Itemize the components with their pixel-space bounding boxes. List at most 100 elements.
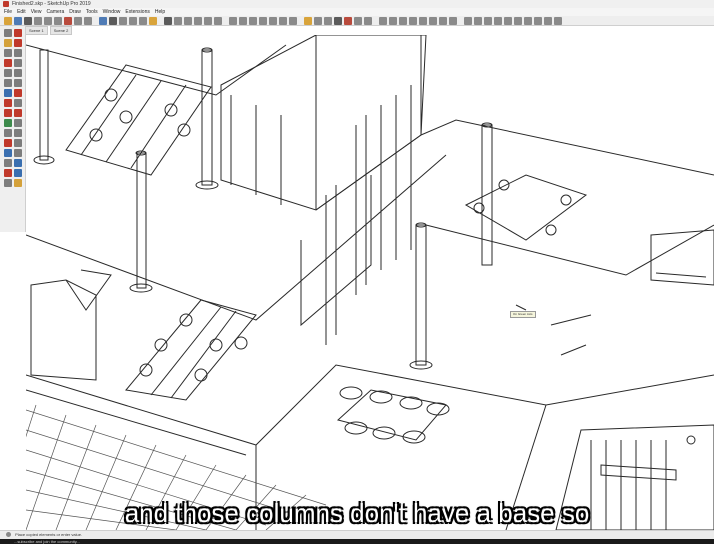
- new-file-icon[interactable]: [4, 16, 12, 25]
- extension-warehouse-icon[interactable]: [344, 16, 352, 25]
- menu-help[interactable]: Help: [155, 8, 165, 16]
- iso-view-icon[interactable]: [164, 16, 172, 25]
- menu-tools[interactable]: Tools: [86, 8, 98, 16]
- monochrome-icon[interactable]: [289, 16, 297, 25]
- protractor-icon[interactable]: [4, 129, 12, 137]
- outer-shell-icon[interactable]: [399, 16, 407, 25]
- polygon-icon[interactable]: [14, 69, 22, 77]
- shaded-textures-icon[interactable]: [279, 16, 287, 25]
- look-around-icon[interactable]: [4, 179, 12, 187]
- select-icon[interactable]: [4, 29, 12, 37]
- intersect-icon[interactable]: [409, 16, 417, 25]
- zoom-icon[interactable]: [119, 16, 127, 25]
- follow-me-icon[interactable]: [14, 99, 22, 107]
- push-pull-icon[interactable]: [14, 89, 22, 97]
- zoom-window-icon[interactable]: [129, 16, 137, 25]
- split-icon[interactable]: [449, 16, 457, 25]
- title-bar: Finished2.skp - SketchUp Pro 2019: [0, 0, 714, 8]
- redo-icon[interactable]: [84, 16, 92, 25]
- section-cuts-icon[interactable]: [324, 16, 332, 25]
- subtract-icon[interactable]: [429, 16, 437, 25]
- menu-camera[interactable]: Camera: [46, 8, 64, 16]
- trim-icon[interactable]: [439, 16, 447, 25]
- scene-tabs: Scene 1 Scene 2: [25, 26, 73, 35]
- 3d-text-icon[interactable]: [14, 139, 22, 147]
- menu-draw[interactable]: Draw: [69, 8, 81, 16]
- sandbox-icon[interactable]: [379, 16, 387, 25]
- zoom-extents-icon[interactable]: [139, 16, 147, 25]
- display-section-icon[interactable]: [314, 16, 322, 25]
- scale-icon[interactable]: [4, 109, 12, 117]
- menu-extensions[interactable]: Extensions: [125, 8, 149, 16]
- copy-icon[interactable]: [44, 16, 52, 25]
- text-icon[interactable]: [14, 129, 22, 137]
- previous-view-icon[interactable]: [149, 16, 157, 25]
- front-view-icon[interactable]: [184, 16, 192, 25]
- top-view-icon[interactable]: [174, 16, 182, 25]
- make-component-icon[interactable]: [14, 29, 22, 37]
- rotated-rectangle-icon[interactable]: [14, 59, 22, 67]
- tape-measure-icon[interactable]: [4, 119, 12, 127]
- zoom-extents-tool-icon[interactable]: [14, 159, 22, 167]
- position-camera-icon[interactable]: [4, 169, 12, 177]
- ext-tool-5-icon[interactable]: [504, 16, 512, 25]
- warehouse-icon[interactable]: [334, 16, 342, 25]
- line-icon[interactable]: [4, 49, 12, 57]
- zoom-tool-icon[interactable]: [4, 159, 12, 167]
- ext-tool-8-icon[interactable]: [534, 16, 542, 25]
- walk-icon[interactable]: [14, 169, 22, 177]
- desk-cluster-bottom: [125, 299, 257, 401]
- axes-icon[interactable]: [4, 139, 12, 147]
- orbit-icon[interactable]: [99, 16, 107, 25]
- arc-icon[interactable]: [4, 79, 12, 87]
- scene-tab-2[interactable]: Scene 2: [49, 26, 73, 35]
- ext-tool-1-icon[interactable]: [464, 16, 472, 25]
- shaded-icon[interactable]: [269, 16, 277, 25]
- menu-view[interactable]: View: [31, 8, 42, 16]
- save-icon[interactable]: [24, 16, 32, 25]
- model-viewport[interactable]: On Green Axis: [26, 35, 714, 530]
- offset-icon[interactable]: [14, 109, 22, 117]
- freehand-icon[interactable]: [14, 49, 22, 57]
- union-icon[interactable]: [419, 16, 427, 25]
- ext-tool-2-icon[interactable]: [474, 16, 482, 25]
- erase-icon[interactable]: [64, 16, 72, 25]
- back-edges-icon[interactable]: [239, 16, 247, 25]
- wireframe-icon[interactable]: [249, 16, 257, 25]
- rectangle-icon[interactable]: [4, 59, 12, 67]
- menu-window[interactable]: Window: [103, 8, 121, 16]
- rotate-icon[interactable]: [4, 99, 12, 107]
- left-view-icon[interactable]: [214, 16, 222, 25]
- layout-icon[interactable]: [354, 16, 362, 25]
- menu-edit[interactable]: Edit: [17, 8, 26, 16]
- pan-icon[interactable]: [109, 16, 117, 25]
- hidden-line-icon[interactable]: [259, 16, 267, 25]
- ext-tool-6-icon[interactable]: [514, 16, 522, 25]
- circle-icon[interactable]: [4, 69, 12, 77]
- pan-tool-icon[interactable]: [14, 149, 22, 157]
- orbit-tool-icon[interactable]: [4, 149, 12, 157]
- dimension-icon[interactable]: [14, 119, 22, 127]
- move-icon[interactable]: [4, 89, 12, 97]
- ext-tool-10-icon[interactable]: [554, 16, 562, 25]
- section-plane-icon[interactable]: [304, 16, 312, 25]
- section-tool-icon[interactable]: [14, 179, 22, 187]
- back-view-icon[interactable]: [204, 16, 212, 25]
- ext-tool-4-icon[interactable]: [494, 16, 502, 25]
- scene-tab-1[interactable]: Scene 1: [25, 26, 48, 35]
- xray-icon[interactable]: [229, 16, 237, 25]
- open-file-icon[interactable]: [14, 16, 22, 25]
- undo-icon[interactable]: [74, 16, 82, 25]
- cut-icon[interactable]: [34, 16, 42, 25]
- styles-icon[interactable]: [364, 16, 372, 25]
- solid-tools-icon[interactable]: [389, 16, 397, 25]
- ext-tool-7-icon[interactable]: [524, 16, 532, 25]
- pie-icon[interactable]: [14, 79, 22, 87]
- right-view-icon[interactable]: [194, 16, 202, 25]
- eraser-icon[interactable]: [14, 39, 22, 47]
- paste-icon[interactable]: [54, 16, 62, 25]
- paint-bucket-icon[interactable]: [4, 39, 12, 47]
- ext-tool-9-icon[interactable]: [544, 16, 552, 25]
- ext-tool-3-icon[interactable]: [484, 16, 492, 25]
- menu-file[interactable]: File: [4, 8, 12, 16]
